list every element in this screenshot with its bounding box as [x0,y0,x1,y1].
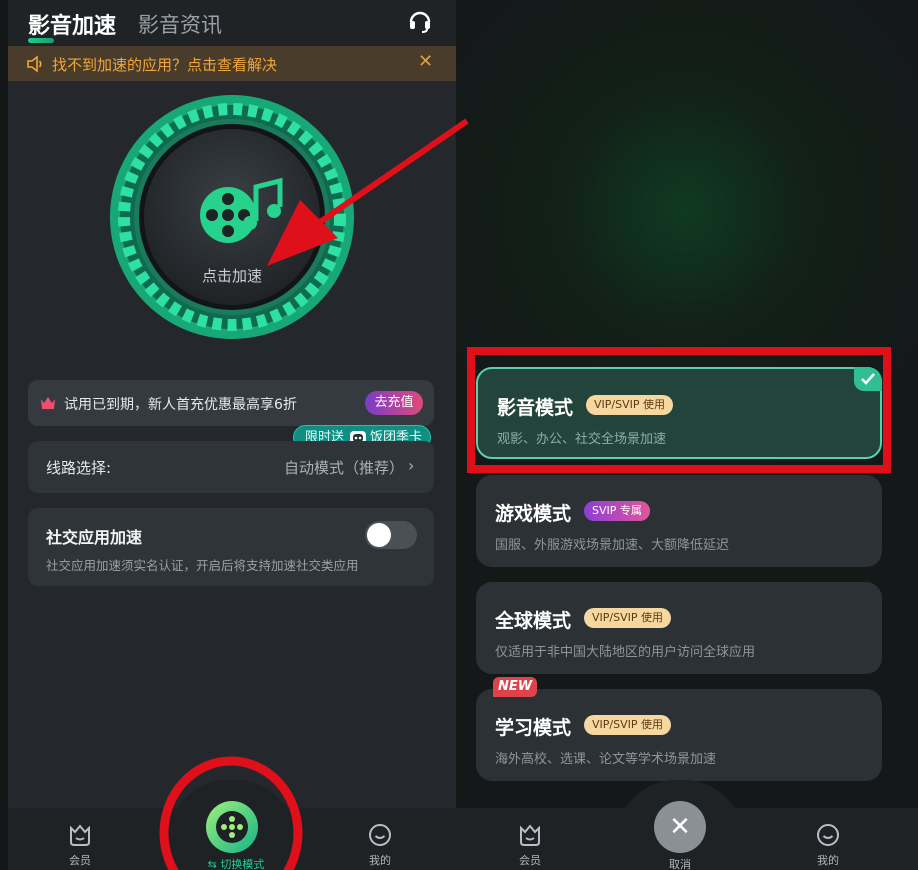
mode-desc: 仅适用于非中国大陆地区的用户访问全球应用 [495,645,756,660]
nav-mine-label: 我的 [817,854,839,867]
nav-member-label: 会员 [69,854,91,867]
route-value: 自动模式（推荐） [284,459,405,477]
screen: 影音加速 影音资讯 找不到加速的应用？点击查看解决 ✕ 点击加速 试用已到期，新… [0,0,918,870]
mode-desc: 国服、外服游戏场景加速、大额降低延迟 [495,538,730,553]
active-tab-indicator [28,38,54,43]
mode-select-panel: 影音模式 VIP/SVIP 使用 观影、办公、社交全场景加速 游戏模式 SVIP… [456,0,918,870]
nav-mine-label: 我的 [369,854,391,867]
mode-badge: SVIP 专属 [584,501,650,521]
chevron-right-icon: › [408,456,415,475]
help-notice-bar[interactable]: 找不到加速的应用？点击查看解决 ✕ [8,46,456,81]
tab-media-news[interactable]: 影音资讯 [138,9,222,39]
nav-member[interactable]: 会员 [56,822,104,868]
accelerate-button[interactable]: 点击加速 [108,93,356,341]
mode-card-global[interactable]: 全球模式 VIP/SVIP 使用 仅适用于非中国大陆地区的用户访问全球应用 [476,582,882,674]
mode-name: 影音模式 [497,397,574,419]
recharge-button[interactable]: 去充值 [365,391,423,415]
film-music-icon [200,177,283,243]
new-badge: NEW [493,677,537,697]
check-icon [854,367,882,391]
close-icon[interactable]: ✕ [418,51,433,72]
mode-badge: VIP/SVIP 使用 [584,608,671,628]
crown-icon [41,397,55,409]
social-acceleration-card: 社交应用加速 社交应用加速须实名认证，开启后将支持加速社交类应用 [28,508,434,586]
nav-member-label: 会员 [519,854,541,867]
notice-text[interactable]: 找不到加速的应用？点击查看解决 [52,54,277,75]
trial-text: 试用已到期，新人首充优惠最高享6折 [64,397,297,413]
member-icon [70,824,90,846]
mode-name: 全球模式 [495,610,572,632]
nav-cancel-label[interactable]: 取消 [655,856,705,870]
tab-media-acceleration[interactable]: 影音加速 [28,8,116,40]
smile-icon [369,824,391,846]
member-icon [520,824,540,846]
social-title: 社交应用加速 [46,528,143,547]
trial-expired-banner[interactable]: 试用已到期，新人首充优惠最高享6折 去充值 [28,380,434,426]
nav-member[interactable]: 会员 [506,822,554,868]
switch-mode-label[interactable]: ⇆ 切换模式 [191,856,281,870]
accelerate-label: 点击加速 [201,267,262,285]
mode-desc: 海外高校、选课、论文等学术场景加速 [495,752,717,767]
close-icon[interactable]: ✕ [654,801,706,853]
route-selector[interactable]: 线路选择: 自动模式（推荐） › [28,441,434,493]
mode-card-game[interactable]: 游戏模式 SVIP 专属 国服、外服游戏场景加速、大额降低延迟 [476,475,882,567]
mode-name: 游戏模式 [495,503,572,525]
mode-name: 学习模式 [495,717,572,739]
mode-card-media[interactable]: 影音模式 VIP/SVIP 使用 观影、办公、社交全场景加速 [476,367,882,459]
film-reel-icon [216,811,248,843]
speaker-icon [27,55,42,73]
mode-desc: 观影、办公、社交全场景加速 [497,432,667,447]
switch-mode-button[interactable] [206,801,258,853]
nav-mine[interactable]: 我的 [356,822,404,868]
social-acceleration-toggle[interactable] [365,521,417,549]
mode-badge: VIP/SVIP 使用 [586,395,673,415]
home-panel: 影音加速 影音资讯 找不到加速的应用？点击查看解决 ✕ 点击加速 试用已到期，新… [8,0,456,870]
social-desc: 社交应用加速须实名认证，开启后将支持加速社交类应用 [46,558,359,573]
headset-icon[interactable] [407,8,433,34]
top-tabs: 影音加速 影音资讯 [8,0,456,46]
toggle-knob [367,523,391,547]
mode-badge: VIP/SVIP 使用 [584,715,671,735]
mode-card-study[interactable]: 学习模式 VIP/SVIP 使用 海外高校、选课、论文等学术场景加速 [476,689,882,781]
route-label: 线路选择: [46,459,112,477]
smile-icon [817,824,839,846]
nav-mine[interactable]: 我的 [804,822,852,868]
